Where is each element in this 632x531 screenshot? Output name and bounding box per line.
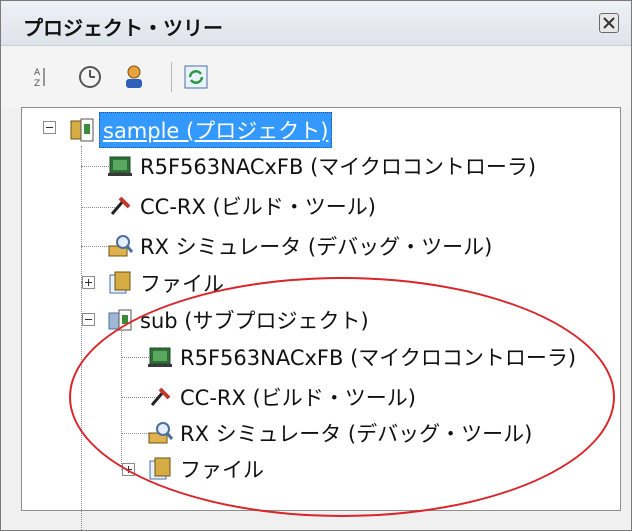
microcontroller-icon — [146, 343, 174, 371]
build-tool-icon — [106, 192, 134, 220]
tree-node-label: ファイル — [180, 458, 264, 482]
tree-node-label: CC-RX (ビルド・ツール) — [180, 386, 416, 410]
tree-node-sub-debug-tool[interactable]: RX シミュレータ (デバッグ・ツール) — [146, 416, 532, 450]
expand-sub-files-toggle[interactable] — [122, 463, 135, 476]
tree-node-label: R5F563NACxFB (マイクロコントローラ) — [140, 155, 537, 179]
tree-node-subproject[interactable]: sub (サブプロジェクト) — [106, 303, 369, 337]
expand-files-toggle[interactable] — [82, 276, 95, 289]
subproject-icon — [106, 306, 134, 334]
tree-connector — [81, 146, 82, 530]
collapse-project-toggle[interactable] — [43, 121, 56, 134]
file-folder-icon — [146, 455, 174, 483]
tree-node-label: sample (プロジェクト) — [99, 112, 333, 148]
svg-text:Z: Z — [34, 79, 40, 89]
panel-toolbar: A Z — [1, 46, 631, 108]
user-icon[interactable] — [121, 64, 147, 90]
build-tool-icon — [146, 383, 174, 411]
tree-node-label: RX シミュレータ (デバッグ・ツール) — [180, 422, 533, 446]
panel-titlebar: プロジェクト・ツリー — [1, 1, 631, 46]
sort-icon[interactable]: A Z — [27, 64, 53, 90]
tree-node-microcontroller[interactable]: R5F563NACxFB (マイクロコントローラ) — [106, 149, 536, 183]
project-tree-panel: プロジェクト・ツリー A Z sample (プロジェクト) R5F563NAC… — [0, 0, 632, 531]
project-icon — [68, 116, 96, 144]
file-folder-icon — [106, 269, 134, 297]
project-tree: sample (プロジェクト) R5F563NACxFB (マイクロコントローラ… — [21, 107, 621, 530]
tree-node-sub-microcontroller[interactable]: R5F563NACxFB (マイクロコントローラ) — [146, 340, 576, 374]
svg-text:A: A — [34, 68, 41, 78]
tree-node-build-tool[interactable]: CC-RX (ビルド・ツール) — [106, 189, 376, 223]
tree-node-sub-files[interactable]: ファイル — [146, 452, 264, 486]
panel-title: プロジェクト・ツリー — [23, 16, 223, 40]
tree-connector — [121, 331, 122, 466]
tree-node-label: R5F563NACxFB (マイクロコントローラ) — [180, 346, 577, 370]
refresh-icon[interactable] — [183, 64, 209, 90]
close-icon[interactable] — [599, 13, 619, 33]
tree-node-debug-tool[interactable]: RX シミュレータ (デバッグ・ツール) — [106, 229, 492, 263]
tree-node-label: sub (サブプロジェクト) — [140, 309, 369, 333]
tree-node-files[interactable]: ファイル — [106, 266, 224, 300]
tree-node-label: CC-RX (ビルド・ツール) — [140, 195, 376, 219]
microcontroller-icon — [106, 152, 134, 180]
tree-node-label: RX シミュレータ (デバッグ・ツール) — [140, 235, 493, 259]
debug-tool-icon — [106, 232, 134, 260]
toolbar-separator — [171, 62, 172, 92]
clock-icon[interactable] — [77, 64, 103, 90]
collapse-subproject-toggle[interactable] — [82, 313, 95, 326]
debug-tool-icon — [146, 419, 174, 447]
tree-node-project[interactable]: sample (プロジェクト) — [68, 112, 333, 148]
tree-node-label: ファイル — [140, 272, 224, 296]
tree-node-sub-build-tool[interactable]: CC-RX (ビルド・ツール) — [146, 380, 416, 414]
